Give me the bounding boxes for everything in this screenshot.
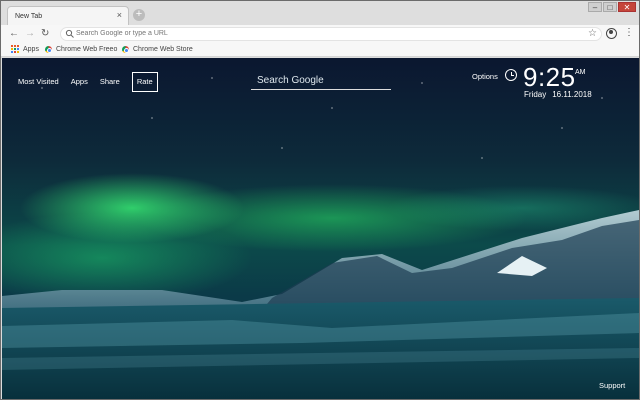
nav-rate-button[interactable]: Rate <box>131 72 158 92</box>
tab-close-icon[interactable]: × <box>117 11 122 20</box>
top-navigation: Most Visited Apps Share Rate <box>18 72 170 92</box>
bookmark-label: Chrome Web Store <box>133 46 193 53</box>
support-link[interactable]: Support <box>599 381 625 390</box>
nav-share[interactable]: Share <box>100 77 120 87</box>
account-icon[interactable] <box>606 28 617 39</box>
tab-title: New Tab <box>15 13 43 20</box>
bookmark-label: Apps <box>23 46 39 53</box>
tab-new-tab[interactable]: New Tab × <box>7 6 129 26</box>
day-of-week: Friday <box>524 90 547 99</box>
close-window-button[interactable]: ✕ <box>618 2 636 12</box>
new-tab-button[interactable]: + <box>133 9 145 21</box>
browser-toolbar: ← → ↻ ☆ ⋮ <box>1 25 639 43</box>
maximize-button[interactable]: □ <box>603 2 617 12</box>
clock-time: 9:25 <box>523 62 576 92</box>
forward-arrow-icon[interactable]: → <box>25 28 35 40</box>
nav-apps[interactable]: Apps <box>71 77 88 87</box>
omnibox-input[interactable] <box>76 30 556 37</box>
date-value: 16.11.2018 <box>552 90 592 99</box>
apps-grid-icon <box>11 45 19 54</box>
browser-window: New Tab × + – □ ✕ ← → ↻ ☆ ⋮ Apps Chrome … <box>0 0 640 400</box>
clock-date: Friday 16.11.2018 <box>524 90 598 99</box>
google-search-box[interactable] <box>251 70 391 90</box>
clock-ampm: AM <box>575 69 586 76</box>
omnibox[interactable]: ☆ <box>60 27 602 41</box>
bookmarks-bar: Apps Chrome Web Freeo Chrome Web Store <box>1 43 639 57</box>
bookmark-chrome-web-freeo[interactable]: Chrome Web Freeo <box>45 45 117 55</box>
aurora-landscape-background <box>2 210 639 399</box>
nav-most-visited[interactable]: Most Visited <box>18 77 59 87</box>
menu-icon[interactable]: ⋮ <box>624 28 634 38</box>
bookmark-star-icon[interactable]: ☆ <box>588 28 597 40</box>
title-bar: New Tab × + – □ ✕ <box>1 1 639 26</box>
search-icon <box>65 29 74 38</box>
chrome-icon <box>45 45 52 53</box>
bookmark-label: Chrome Web Freeo <box>56 46 118 53</box>
options-link[interactable]: Options <box>472 72 498 81</box>
clock-icon[interactable] <box>505 69 517 81</box>
reload-icon[interactable]: ↻ <box>41 28 49 40</box>
back-arrow-icon[interactable]: ← <box>9 28 19 40</box>
new-tab-page: Most Visited Apps Share Rate Options 9:2… <box>2 58 639 399</box>
minimize-button[interactable]: – <box>588 2 602 12</box>
chrome-icon <box>122 45 129 53</box>
bookmark-chrome-web-store[interactable]: Chrome Web Store <box>122 45 193 55</box>
google-search-input[interactable] <box>251 71 391 90</box>
bookmark-apps[interactable]: Apps <box>11 45 39 55</box>
